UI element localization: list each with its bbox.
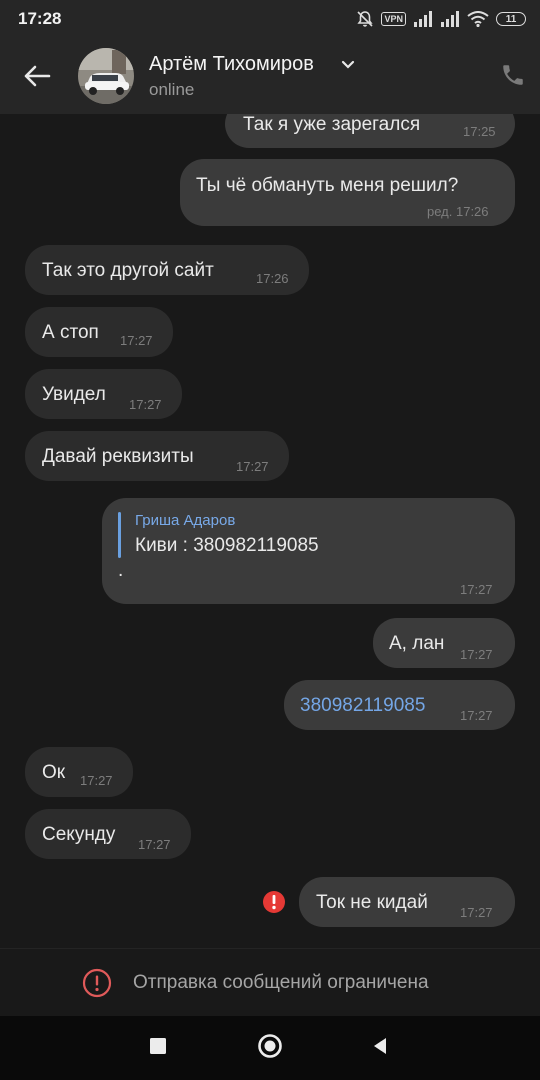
back-triangle-button[interactable] — [369, 1034, 391, 1058]
outgoing-message[interactable]: Так я уже зарегался 17:25 — [225, 114, 515, 148]
message-time: 17:26 — [256, 271, 289, 286]
avatar-image — [78, 48, 134, 104]
incoming-message[interactable]: Давай реквизиты 17:27 — [25, 431, 289, 481]
contact-name[interactable]: Артём Тихомиров — [149, 53, 314, 76]
back-button[interactable] — [14, 56, 60, 96]
status-icons: VPN 11 — [356, 9, 526, 29]
phone-link[interactable]: 380982119085 — [300, 695, 425, 717]
outgoing-message[interactable]: А, лан 17:27 — [373, 618, 515, 668]
message-time: 17:25 — [463, 124, 496, 139]
message-time: 17:27 — [138, 837, 171, 852]
system-nav-bar — [0, 1016, 540, 1080]
signal-icon — [414, 11, 432, 27]
message-time: 17:27 — [80, 773, 113, 788]
incoming-message[interactable]: Секунду 17:27 — [25, 809, 191, 859]
message-text: Так я уже зарегался — [243, 114, 421, 135]
warning-circle-icon — [82, 968, 112, 998]
signal-icon-2 — [441, 11, 459, 27]
incoming-message[interactable]: Ок 17:27 — [25, 747, 133, 797]
outgoing-reply-message[interactable]: Гриша Адаров Киви : 380982119085 . 17:27 — [102, 498, 515, 604]
battery-icon: 11 — [496, 12, 526, 26]
back-arrow-icon — [24, 65, 51, 87]
message-text: Секунду — [42, 824, 116, 845]
wifi-icon — [467, 11, 489, 27]
message-text: Так это другой сайт — [42, 260, 214, 281]
contact-status: online — [149, 80, 195, 99]
message-time: 17:27 — [460, 647, 493, 662]
quote-bar — [118, 512, 121, 558]
message-time: 17:27 — [236, 459, 269, 474]
avatar[interactable] — [78, 48, 134, 104]
message-text: Ток не кидай — [316, 892, 428, 913]
messaging-restricted-bar: Отправка сообщений ограничена — [0, 948, 540, 1017]
chevron-down-icon[interactable] — [340, 57, 356, 71]
phone-icon[interactable] — [500, 62, 526, 88]
outgoing-message[interactable]: Ты чё обмануть меня решил? ред. 17:26 — [180, 159, 515, 226]
status-time: 17:28 — [18, 9, 62, 28]
message-text: . — [118, 560, 124, 581]
home-button[interactable] — [256, 1032, 284, 1060]
incoming-message[interactable]: Так это другой сайт 17:26 — [25, 245, 309, 295]
mute-bell-icon — [357, 11, 374, 27]
message-text: А стоп — [42, 322, 99, 343]
incoming-message[interactable]: Увидел 17:27 — [25, 369, 182, 419]
status-bar: 17:28 VPN 11 — [0, 0, 540, 38]
outgoing-message[interactable]: 380982119085 17:27 — [284, 680, 515, 730]
incoming-message[interactable]: А стоп 17:27 — [25, 307, 173, 357]
message-time: 17:27 — [460, 582, 493, 597]
send-error-icon[interactable] — [262, 890, 286, 914]
message-time: 17:27 — [120, 333, 153, 348]
restriction-text: Отправка сообщений ограничена — [133, 972, 429, 993]
message-list[interactable]: Так я уже зарегался 17:25 Ты чё обмануть… — [0, 114, 540, 948]
message-text: Увидел — [42, 384, 106, 405]
message-edited-time: ред. 17:26 — [427, 204, 489, 219]
message-time: 17:27 — [460, 905, 493, 920]
message-time: 17:27 — [129, 397, 162, 412]
message-text: Ты чё обмануть меня решил? — [196, 175, 459, 196]
message-text: Давай реквизиты — [42, 446, 194, 467]
vpn-icon: VPN — [381, 12, 406, 26]
message-text: Ок — [42, 762, 66, 783]
chat-header: Артём Тихомиров online — [0, 38, 540, 114]
message-time: 17:27 — [460, 708, 493, 723]
recent-apps-button[interactable] — [146, 1034, 170, 1058]
outgoing-message-failed[interactable]: Ток не кидай 17:27 — [299, 877, 515, 927]
message-text: А, лан — [389, 633, 445, 654]
quote-author[interactable]: Гриша Адаров — [135, 512, 235, 529]
quote-text[interactable]: Киви : 380982119085 — [135, 535, 319, 557]
